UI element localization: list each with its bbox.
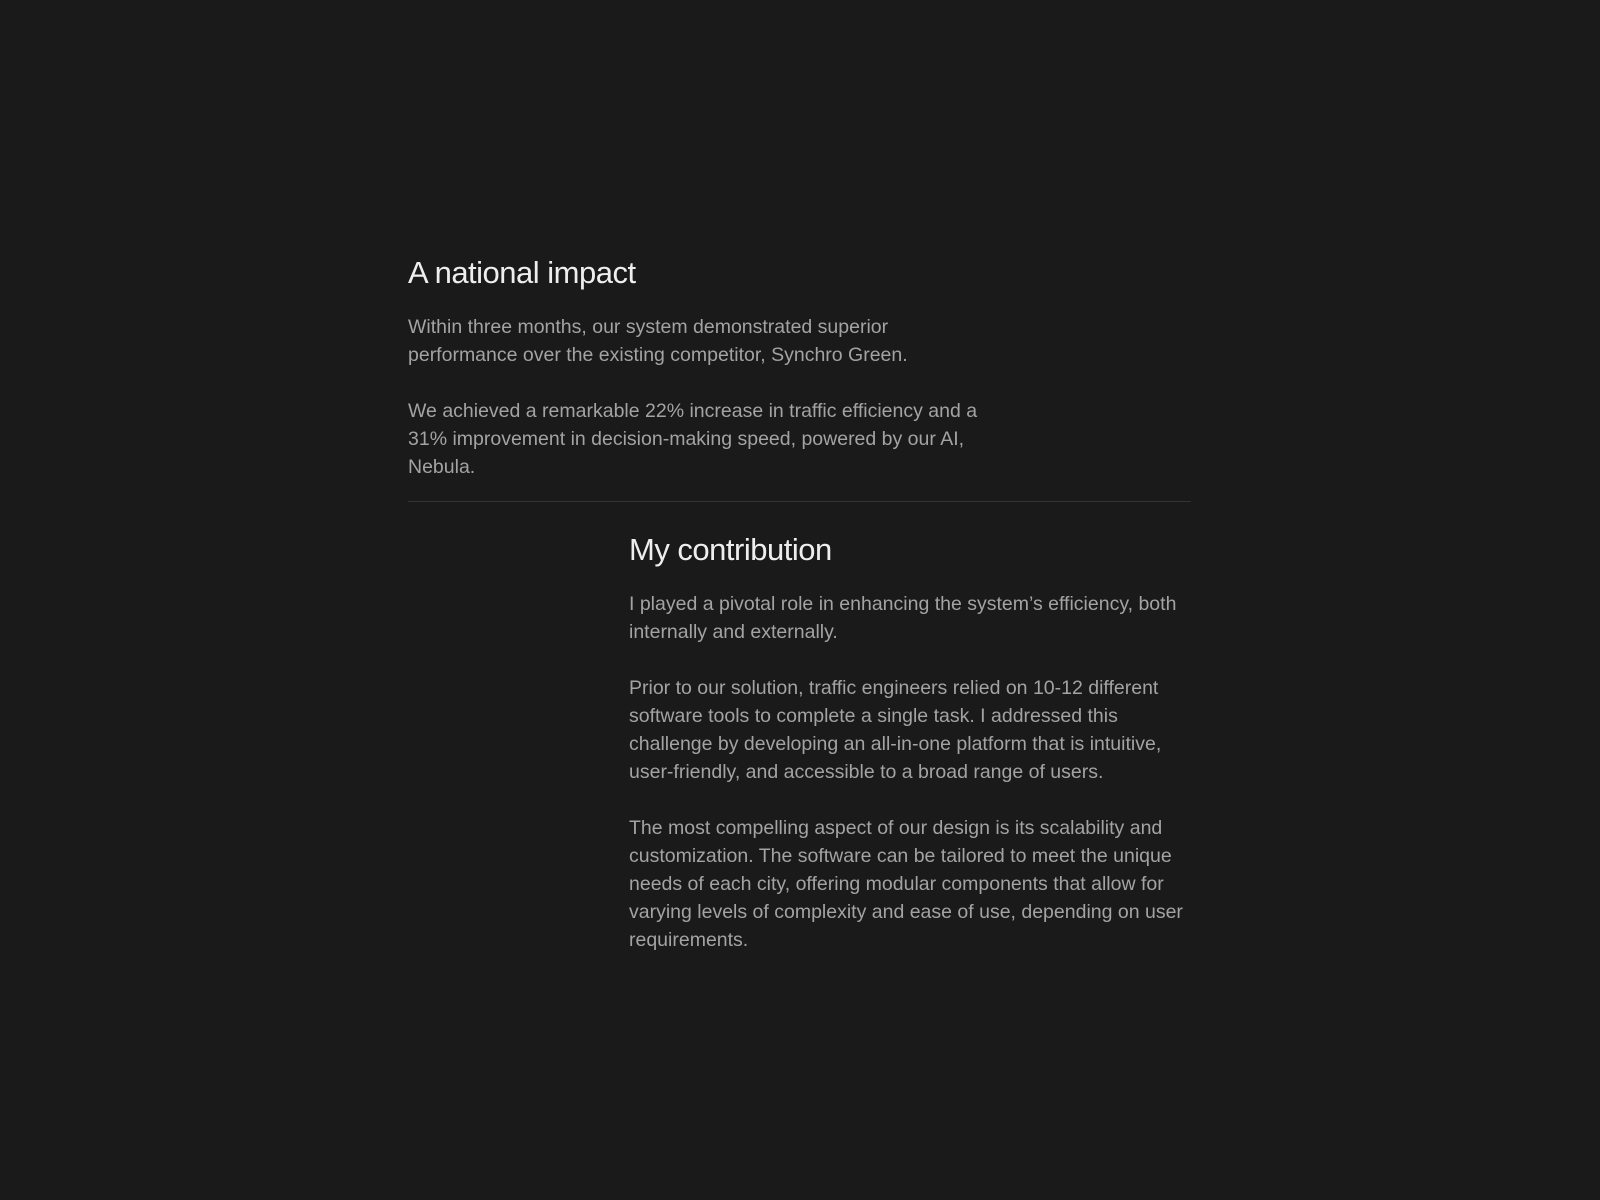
national-impact-section: A national impact Within three months, o… — [408, 253, 978, 481]
national-impact-paragraph: Within three months, our system demonstr… — [408, 316, 908, 366]
my-contribution-paragraph: I played a pivotal role in enhancing the… — [629, 593, 1177, 643]
my-contribution-paragraph: Prior to our solution, traffic engineers… — [629, 677, 1162, 783]
my-contribution-section: My contribution I played a pivotal role … — [629, 530, 1195, 954]
case-study-page: A national impact Within three months, o… — [0, 0, 1600, 1200]
my-contribution-heading: My contribution — [629, 532, 832, 567]
my-contribution-paragraph: The most compelling aspect of our design… — [629, 817, 1183, 951]
section-divider — [408, 501, 1191, 502]
national-impact-paragraph: We achieved a remarkable 22% increase in… — [408, 400, 978, 478]
national-impact-heading: A national impact — [408, 255, 636, 290]
